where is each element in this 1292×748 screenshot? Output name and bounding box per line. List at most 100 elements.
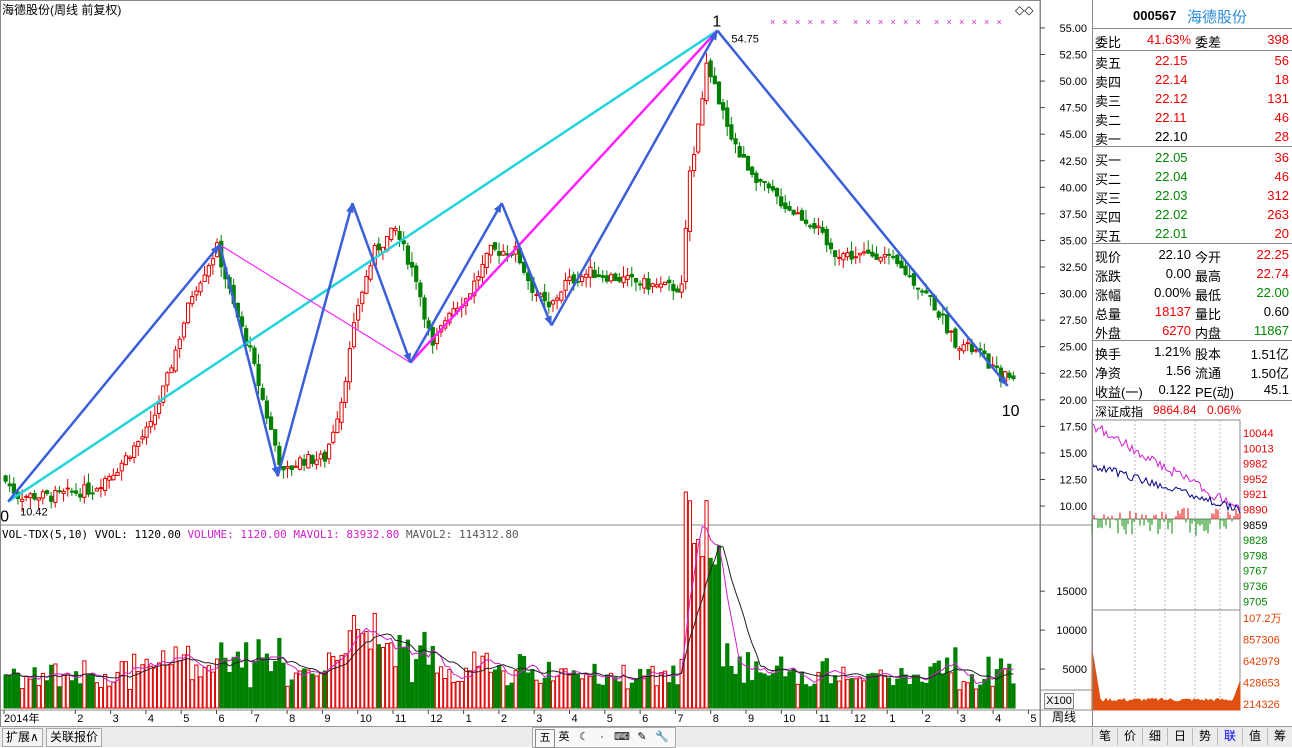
candle-body (638, 283, 643, 286)
volume-bar (24, 675, 29, 709)
candle-body (405, 245, 411, 265)
volume-bar (285, 685, 290, 709)
candle-body (82, 484, 87, 498)
volume-bar (111, 681, 116, 709)
volume-bar (40, 672, 46, 709)
wrench-icon[interactable]: 🔧 (653, 729, 671, 746)
volume-bar (497, 664, 502, 709)
candle-body (662, 281, 668, 285)
wubi-icon[interactable]: 五 (535, 729, 555, 748)
candle-body (870, 251, 875, 257)
cross-marker: × (783, 17, 788, 27)
candle-body (708, 60, 713, 78)
volume-bar (982, 679, 987, 709)
volume-bar (592, 663, 597, 709)
low-price-annotation: 10.42 (20, 507, 48, 519)
candle-body (750, 166, 755, 175)
candle-body (368, 265, 373, 280)
diamond-icons[interactable]: ◇◇ (1015, 3, 1033, 17)
x-tick-label: 7 (677, 713, 683, 725)
volume-bar (936, 660, 941, 709)
side-tab-2[interactable]: 细 (1142, 728, 1167, 745)
dot-icon[interactable]: · (593, 729, 611, 746)
candle-body (903, 265, 908, 276)
keyboard-icon[interactable]: ⌨ (613, 729, 631, 746)
buy-price: 22.02 (1155, 207, 1188, 222)
candle-body (820, 227, 825, 233)
expand-tab[interactable]: 扩展∧ (2, 728, 43, 747)
cross-marker: × (808, 17, 813, 27)
volume-bar (687, 500, 693, 709)
price-tick-label: 20.00 (1059, 395, 1087, 407)
stat-value: 0.00% (1154, 285, 1191, 300)
candle-body (853, 256, 858, 259)
volume-bar (484, 652, 489, 709)
fund-label-2: PE(动) (1195, 385, 1235, 400)
volume-bar (49, 664, 54, 709)
volume-bar (169, 664, 174, 709)
volume-bar (716, 545, 722, 709)
candle-body (409, 261, 415, 268)
related-quote-tab[interactable]: 关联报价 (46, 728, 103, 747)
pen-icon[interactable]: ✎ (633, 729, 651, 746)
volume-bar (235, 651, 240, 709)
weibi-label: 委比 (1095, 35, 1122, 50)
volume-bar (36, 684, 41, 709)
volume-bar (1011, 683, 1016, 709)
buy-volume: 46 (1274, 169, 1289, 184)
price-axis: 55.00 52.50 50.00 47.50 45.00 42.50 40.00 37.50… (1040, 23, 1087, 676)
candle-body (169, 367, 174, 374)
volume-bar (426, 664, 431, 709)
side-tab-5[interactable]: 联 (1217, 728, 1242, 745)
volume-bar (194, 664, 199, 709)
volume-bar (534, 679, 539, 709)
volume-bar (248, 687, 253, 709)
volume-bar (393, 666, 398, 709)
candle-body (940, 313, 946, 316)
volume-bar (343, 653, 348, 709)
side-tab-4[interactable]: 势 (1192, 728, 1217, 745)
x-tick-label: 2 (501, 713, 507, 725)
price-tick-label: 47.50 (1059, 103, 1087, 115)
volume-bar (376, 644, 381, 709)
candle-body (422, 297, 427, 320)
candle-body (613, 273, 618, 281)
weibi-row: 委比 41.63% 委差 398 (1095, 30, 1291, 50)
sell-row: 卖三 22.12 131 (1095, 89, 1291, 109)
fund-value: 1.21% (1154, 344, 1191, 359)
candle-body (256, 363, 261, 387)
volume-bar (799, 671, 805, 709)
candle-body (260, 387, 265, 400)
english-icon[interactable]: 英 (555, 729, 573, 746)
side-tab-6[interactable]: 值 (1242, 728, 1267, 745)
candle-body (136, 441, 141, 447)
candle-body (791, 209, 796, 215)
side-tab-3[interactable]: 日 (1167, 728, 1192, 745)
candle-body (799, 210, 805, 221)
candle-body (53, 489, 58, 503)
side-tab-1[interactable]: 价 (1117, 728, 1142, 745)
moon-icon[interactable]: ☾ (575, 729, 593, 746)
candle-body (961, 344, 966, 352)
volume-bar (750, 680, 755, 709)
buy-price: 22.01 (1155, 226, 1188, 241)
wave-down-arrow (218, 244, 279, 477)
volume-bar (119, 661, 124, 709)
volume-bar (297, 670, 303, 709)
period-label[interactable]: 周线 (1052, 710, 1076, 724)
candle-body (953, 328, 958, 348)
volume-bar (281, 662, 286, 709)
volume-bar (550, 680, 556, 709)
price-tick-label: 30.00 (1059, 289, 1087, 301)
volume-bar (820, 661, 825, 709)
sell-volume: 56 (1274, 53, 1289, 68)
volume-label: VOLUME: 1120.00 (187, 528, 287, 541)
side-tab-7[interactable]: 筹 (1267, 728, 1292, 745)
volume-bar (78, 683, 83, 709)
volume-bar (658, 672, 664, 709)
volume-bar (264, 653, 269, 709)
sell-volume: 131 (1267, 91, 1289, 106)
volume-bar (683, 491, 688, 709)
volume-bar (675, 684, 680, 709)
side-tab-0[interactable]: 笔 (1092, 728, 1117, 745)
